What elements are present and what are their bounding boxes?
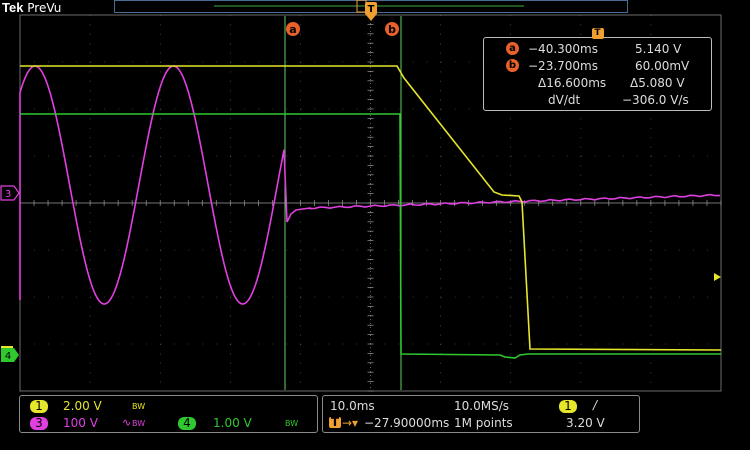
readout-delta-value: Δ5.080 V (630, 76, 685, 90)
svg-text:4: 4 (5, 351, 11, 362)
cursor-readout-panel: T a −40.300ms 5.140 V b −23.700ms 60.00m… (483, 28, 712, 111)
status-bar: 1 2.00 V BW 3 100 V ∿ BW 4 1.00 V BW 10.… (0, 393, 750, 450)
readout-b-icon: b (506, 59, 519, 72)
ch3-badge[interactable]: 3 (30, 417, 48, 430)
svg-text:b: b (388, 23, 396, 36)
readout-slope-value: −306.0 V/s (622, 93, 689, 107)
ch1-scale[interactable]: 2.00 V (63, 399, 102, 413)
trigger-source-badge[interactable]: 1 (559, 400, 577, 413)
timebase-scale[interactable]: 10.0ms (330, 399, 375, 413)
readout-a-value: 5.140 V (635, 42, 682, 56)
timebase-trigger-panel[interactable]: 10.0ms 10.0MS/s T →▾ −27.90000ms 1M poin… (322, 395, 640, 433)
ch3-ground-marker[interactable]: 3 (0, 185, 20, 201)
ch3-ac-coupling-icon: ∿ (122, 416, 132, 429)
trigger-level-marker[interactable] (714, 273, 721, 281)
ch4-waveform (20, 113, 721, 359)
readout-b-value: 60.00mV (635, 59, 690, 73)
record-length[interactable]: 1M points (454, 416, 513, 430)
ch3-bw-limit-icon: BW (132, 419, 146, 428)
readout-a-icon: a (506, 42, 519, 55)
svg-text:a: a (289, 23, 296, 36)
svg-text:3: 3 (5, 189, 11, 200)
readout-a-time: −40.300ms (528, 42, 598, 56)
readout-b-time: −23.700ms (528, 59, 598, 73)
trigger-rising-slope-icon[interactable]: / (593, 398, 597, 412)
ch4-badge[interactable]: 4 (178, 417, 196, 430)
horizontal-position[interactable]: −27.90000ms (364, 416, 449, 430)
ch3-scale[interactable]: 100 V (63, 416, 98, 430)
trigger-level[interactable]: 3.20 V (566, 416, 605, 430)
ch1-badge[interactable]: 1 (30, 400, 48, 413)
cursor-b-badge[interactable]: b (385, 22, 399, 36)
ch1-bw-limit-icon: BW (132, 402, 146, 411)
ch4-bw-limit-icon: BW (285, 419, 299, 428)
readout-delta-time: Δ16.600ms (538, 76, 607, 90)
svg-text:T: T (368, 4, 375, 15)
readout-trigger-icon: T (591, 28, 604, 39)
trigger-position-marker[interactable]: T (365, 2, 377, 21)
cursor-a-badge[interactable]: a (286, 22, 300, 36)
position-arrow-icon: →▾ (342, 416, 359, 430)
sample-rate[interactable]: 10.0MS/s (454, 399, 509, 413)
ch4-scale[interactable]: 1.00 V (213, 416, 252, 430)
horizontal-position-icon: T (329, 415, 341, 429)
readout-slope-label: dV/dt (548, 93, 581, 107)
ch4-ground-marker[interactable]: 4 (1, 348, 19, 362)
channel-settings-panel[interactable]: 1 2.00 V BW 3 100 V ∿ BW 4 1.00 V BW (19, 395, 318, 433)
